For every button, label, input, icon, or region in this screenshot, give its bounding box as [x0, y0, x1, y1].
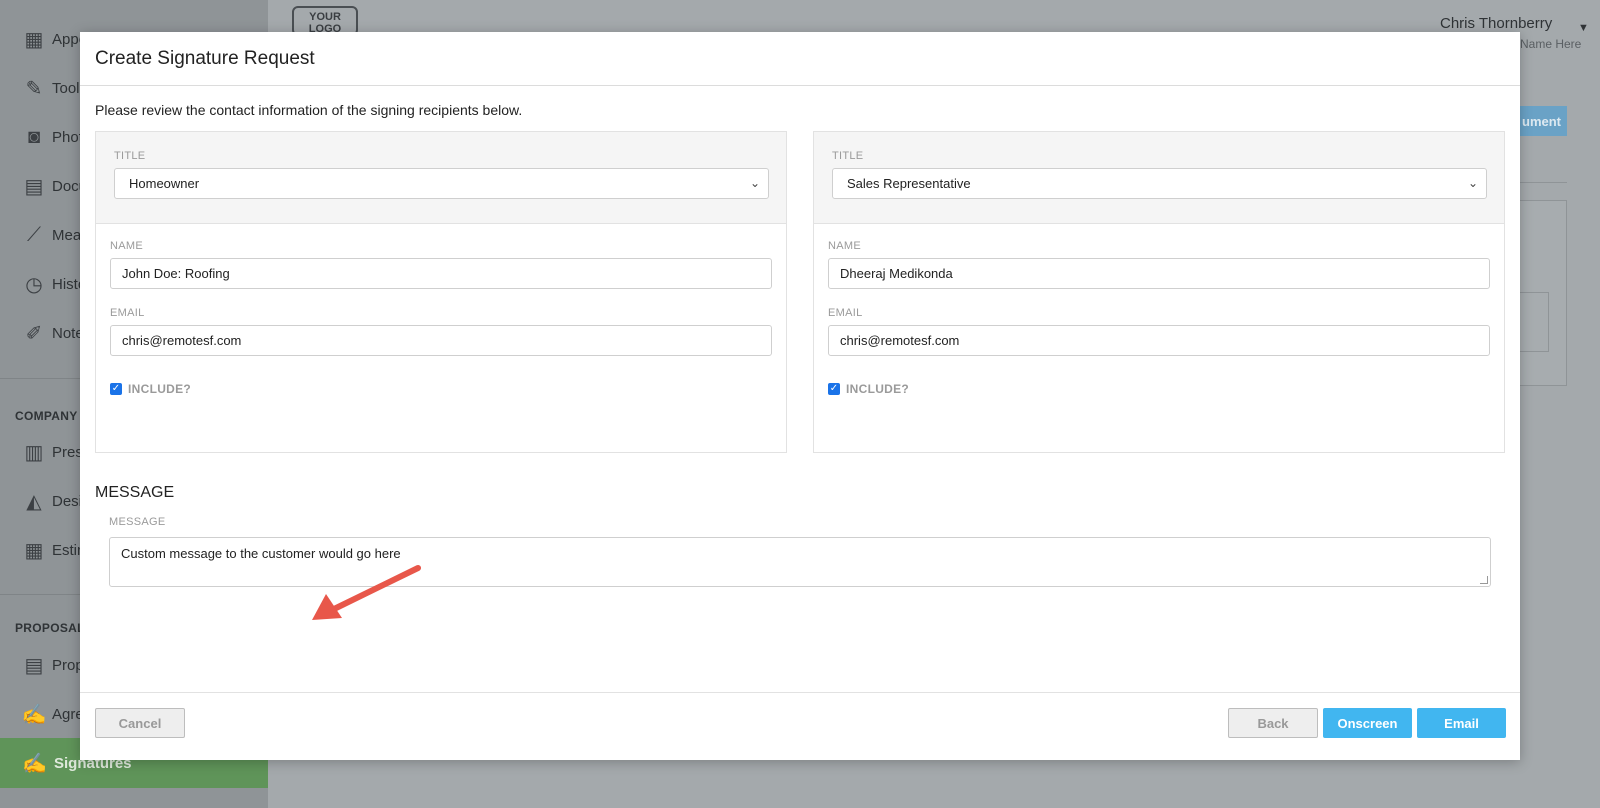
email-input[interactable]: chris@remotesf.com — [828, 325, 1490, 356]
sidebar-item-label: Prop — [52, 656, 84, 674]
cancel-button[interactable]: Cancel — [95, 708, 185, 738]
clock-icon: ◷ — [25, 273, 43, 296]
recipient-card-body: NAME Dheeraj Medikonda EMAIL chris@remot… — [814, 224, 1504, 396]
title-select-value: Sales Representative — [847, 176, 971, 191]
name-label: NAME — [828, 240, 861, 252]
message-value: Custom message to the customer would go … — [121, 546, 401, 561]
message-label: MESSAGE — [109, 516, 166, 528]
sidebar-item-label: Mea — [52, 226, 82, 244]
annotation-arrow-icon — [312, 565, 421, 620]
recipient-card-body: NAME John Doe: Roofing EMAIL chris@remot… — [96, 224, 786, 396]
title-label: TITLE — [832, 150, 864, 162]
agreement-icon: ✍ — [21, 703, 47, 726]
modal-header: Create Signature Request — [80, 32, 1520, 86]
modal-footer: Cancel Back Onscreen Email — [80, 692, 1520, 760]
title-select[interactable]: Sales Representative ⌄ — [832, 168, 1487, 199]
company-name: Name Here — [1520, 37, 1582, 51]
recipient-card-sales-rep: TITLE Sales Representative ⌄ NAME Dheera… — [813, 131, 1505, 453]
email-button[interactable]: Email — [1417, 708, 1506, 738]
sidebar-item-label: Agre — [52, 705, 84, 723]
notes-icon: ✐ — [25, 322, 43, 345]
message-heading: MESSAGE — [95, 484, 175, 501]
email-input[interactable]: chris@remotesf.com — [110, 325, 772, 356]
design-icon: ◭ — [26, 490, 42, 513]
recipient-card-header: TITLE Homeowner ⌄ — [96, 132, 786, 224]
name-input[interactable]: Dheeraj Medikonda — [828, 258, 1490, 289]
tools-icon: ✎ — [25, 77, 43, 100]
signature-icon: ✍ — [22, 752, 47, 775]
sidebar-section-proposal: PROPOSAL — [15, 621, 85, 635]
signature-request-modal: Create Signature Request Please review t… — [80, 32, 1520, 760]
folder-icon: ▤ — [24, 175, 44, 198]
proposal-icon: ▤ — [24, 654, 44, 677]
sidebar-item-label: Note — [52, 324, 84, 342]
resize-handle-icon[interactable] — [1480, 576, 1488, 584]
title-label: TITLE — [114, 150, 146, 162]
modal-title: Create Signature Request — [95, 48, 315, 69]
name-input[interactable]: John Doe: Roofing — [110, 258, 772, 289]
user-name[interactable]: Chris Thornberry — [1440, 15, 1552, 32]
sidebar-item-label: Desi — [52, 492, 83, 510]
caret-down-icon[interactable]: ▼ — [1578, 22, 1589, 34]
sidebar-item-label: Tool — [52, 79, 80, 97]
email-label: EMAIL — [828, 307, 863, 319]
title-select-value: Homeowner — [129, 176, 200, 191]
presentation-icon: ▥ — [24, 441, 44, 464]
onscreen-button[interactable]: Onscreen — [1323, 708, 1412, 738]
back-button[interactable]: Back — [1228, 708, 1318, 738]
title-select[interactable]: Homeowner ⌄ — [114, 168, 769, 199]
modal-body: Please review the contact information of… — [80, 86, 1520, 686]
include-label: INCLUDE? — [846, 382, 910, 396]
sidebar-section-company: COMPANY R — [15, 409, 90, 423]
intro-text: Please review the contact information of… — [95, 102, 523, 118]
sidebar-item-label: Pres — [52, 443, 83, 461]
include-label: INCLUDE? — [128, 382, 192, 396]
ruler-icon: ⟋ — [27, 223, 41, 246]
email-label: EMAIL — [110, 307, 145, 319]
chevron-down-icon: ⌄ — [749, 176, 760, 190]
name-label: NAME — [110, 240, 143, 252]
calendar-icon: ▦ — [24, 28, 44, 51]
sidebar-item-label: Phot — [52, 128, 83, 146]
recipient-card-header: TITLE Sales Representative ⌄ — [814, 132, 1504, 224]
include-checkbox[interactable]: ✓ — [828, 383, 840, 395]
recipient-card-homeowner: TITLE Homeowner ⌄ NAME John Doe: Roofing… — [95, 131, 787, 453]
camera-icon: ◙ — [27, 125, 41, 148]
include-checkbox[interactable]: ✓ — [110, 383, 122, 395]
calculator-icon: ▦ — [24, 539, 44, 562]
chevron-down-icon: ⌄ — [1467, 176, 1478, 190]
